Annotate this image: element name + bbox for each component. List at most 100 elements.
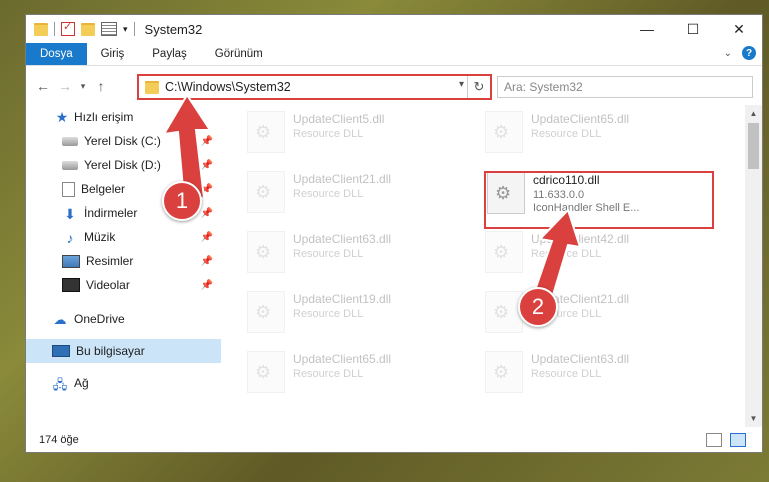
- file-name: UpdateClient5.dll: [293, 112, 385, 126]
- sidebar-item-onedrive[interactable]: ☁ OneDrive: [26, 307, 221, 331]
- customize-icon[interactable]: [101, 22, 117, 36]
- file-name: UpdateClient19.dll: [293, 292, 392, 306]
- back-arrow-icon[interactable]: ←: [32, 78, 54, 94]
- search-input[interactable]: Ara: System32: [497, 76, 753, 98]
- sidebar-item-this-pc[interactable]: Bu bilgisayar: [26, 339, 221, 363]
- sidebar-item-label: Belgeler: [81, 182, 126, 196]
- file-item[interactable]: UpdateClient19.dll Resource DLL: [247, 291, 467, 335]
- network-icon: 🖧: [52, 377, 68, 392]
- dll-file-icon: [247, 351, 285, 393]
- dll-file-icon: [485, 291, 523, 333]
- pictures-icon: [62, 254, 80, 268]
- dll-file-icon: [247, 291, 285, 333]
- file-name: UpdateClient65.dll: [293, 352, 392, 366]
- dll-file-icon: [485, 351, 523, 393]
- annotation-badge-1: 1: [162, 181, 202, 221]
- maximize-button[interactable]: ☐: [670, 15, 716, 43]
- new-folder-icon[interactable]: [81, 22, 95, 36]
- sidebar-item-label: OneDrive: [74, 312, 125, 326]
- file-list: UpdateClient5.dll Resource DLL UpdateClie…: [223, 105, 741, 427]
- file-item[interactable]: UpdateClient65.dll Resource DLL: [485, 111, 705, 155]
- quick-access-toolbar: ▾: [34, 20, 135, 36]
- scroll-up-icon[interactable]: ▲: [745, 105, 762, 122]
- file-item[interactable]: UpdateClient63.dll Resource DLL: [485, 351, 705, 395]
- item-count: 174 öğe: [39, 434, 79, 446]
- file-type: Resource DLL: [293, 308, 364, 320]
- dll-file-icon: [485, 231, 523, 273]
- file-item[interactable]: UpdateClient63.dll Resource DLL: [247, 231, 467, 275]
- vertical-scrollbar[interactable]: ▲ ▼: [745, 105, 762, 427]
- navigation-bar: ← → ▾ ↑ C:\Windows\System32 ▾ ↻ Ara: Sys…: [26, 66, 762, 106]
- file-type: Resource DLL: [293, 128, 364, 140]
- download-icon: ⬇: [64, 206, 76, 222]
- sidebar-item-network[interactable]: 🖧 Ağ: [26, 371, 221, 395]
- expand-ribbon-icon[interactable]: ⌄: [724, 48, 732, 59]
- tab-file[interactable]: Dosya: [26, 43, 87, 65]
- scroll-thumb[interactable]: [748, 123, 759, 169]
- cloud-icon: ☁: [53, 312, 67, 327]
- sidebar-item-label: Videolar: [86, 278, 130, 292]
- sidebar-item-label: Bu bilgisayar: [76, 344, 145, 358]
- properties-check-icon[interactable]: [61, 20, 75, 36]
- explorer-window: ▾ System32 — ☐ ✕ Dosya Giriş Paylaş Görü…: [25, 14, 763, 453]
- dll-file-icon: [247, 231, 285, 273]
- file-type: Resource DLL: [293, 248, 364, 260]
- pin-icon: 📌: [200, 255, 213, 267]
- sidebar-item-label: Ağ: [74, 376, 89, 390]
- file-type: Resource DLL: [293, 368, 364, 380]
- dll-file-icon: [485, 111, 523, 153]
- annotation-badge-2: 2: [518, 287, 558, 327]
- drive-icon: [62, 136, 78, 146]
- tiles-view-icon[interactable]: [730, 433, 746, 447]
- tab-home[interactable]: Giriş: [87, 43, 139, 65]
- details-view-icon[interactable]: [706, 433, 722, 447]
- tab-share[interactable]: Paylaş: [138, 43, 201, 65]
- dll-file-icon: [247, 111, 285, 153]
- music-icon: ♪: [66, 230, 74, 246]
- scroll-down-icon[interactable]: ▼: [745, 410, 762, 427]
- file-name: UpdateClient63.dll: [293, 232, 392, 246]
- tab-view[interactable]: Görünüm: [201, 43, 277, 65]
- up-arrow-icon[interactable]: ↑: [90, 78, 112, 94]
- sidebar-item-label: Müzik: [84, 230, 116, 244]
- file-name: UpdateClient21.dll: [293, 172, 392, 186]
- computer-icon: [52, 345, 70, 357]
- file-item[interactable]: UpdateClient5.dll Resource DLL: [247, 111, 467, 155]
- forward-arrow-icon[interactable]: →: [54, 78, 76, 94]
- chevron-down-icon[interactable]: ▾: [123, 24, 128, 35]
- pin-icon: 📌: [200, 279, 213, 291]
- sidebar-item-label: İndirmeler: [84, 206, 138, 220]
- sidebar-item-label: Resimler: [86, 254, 134, 268]
- ribbon-tabs: Dosya Giriş Paylaş Görünüm ⌄ ?: [26, 43, 762, 66]
- file-item[interactable]: UpdateClient65.dll Resource DLL: [247, 351, 467, 395]
- status-bar: 174 öğe: [26, 428, 762, 452]
- file-name: UpdateClient63.dll: [531, 352, 630, 366]
- file-type: Resource DLL: [531, 368, 602, 380]
- file-item[interactable]: UpdateClient21.dll Resource DLL: [247, 171, 467, 215]
- file-highlight-box: [484, 171, 714, 229]
- divider: [133, 22, 135, 36]
- pin-icon: 📌: [200, 231, 213, 243]
- dll-file-icon: [247, 171, 285, 213]
- file-type: Resource DLL: [293, 188, 364, 200]
- sidebar-item-videos[interactable]: Videolar 📌: [26, 273, 221, 297]
- file-type: Resource DLL: [531, 128, 602, 140]
- close-button[interactable]: ✕: [716, 15, 762, 43]
- view-switcher: [706, 433, 746, 447]
- drive-icon: [62, 160, 78, 170]
- title-bar: ▾ System32 — ☐ ✕: [26, 15, 762, 43]
- sidebar-item-music[interactable]: ♪ Müzik 📌: [26, 225, 221, 249]
- recent-locations-icon[interactable]: ▾: [76, 81, 90, 92]
- video-icon: [62, 278, 80, 292]
- minimize-button[interactable]: —: [624, 15, 670, 43]
- sidebar-item-pictures[interactable]: Resimler 📌: [26, 249, 221, 273]
- divider: [54, 22, 55, 36]
- ribbon-right: ⌄ ?: [724, 46, 756, 60]
- chevron-down-icon[interactable]: ▾: [459, 79, 464, 90]
- window-controls: — ☐ ✕: [624, 15, 762, 43]
- window-title: System32: [144, 21, 203, 37]
- sidebar-item-label: Hızlı erişim: [74, 110, 134, 124]
- refresh-icon[interactable]: ↻: [467, 76, 490, 98]
- help-icon[interactable]: ?: [742, 46, 756, 60]
- file-item[interactable]: UpdateClient42.dllResource DLL: [485, 231, 705, 275]
